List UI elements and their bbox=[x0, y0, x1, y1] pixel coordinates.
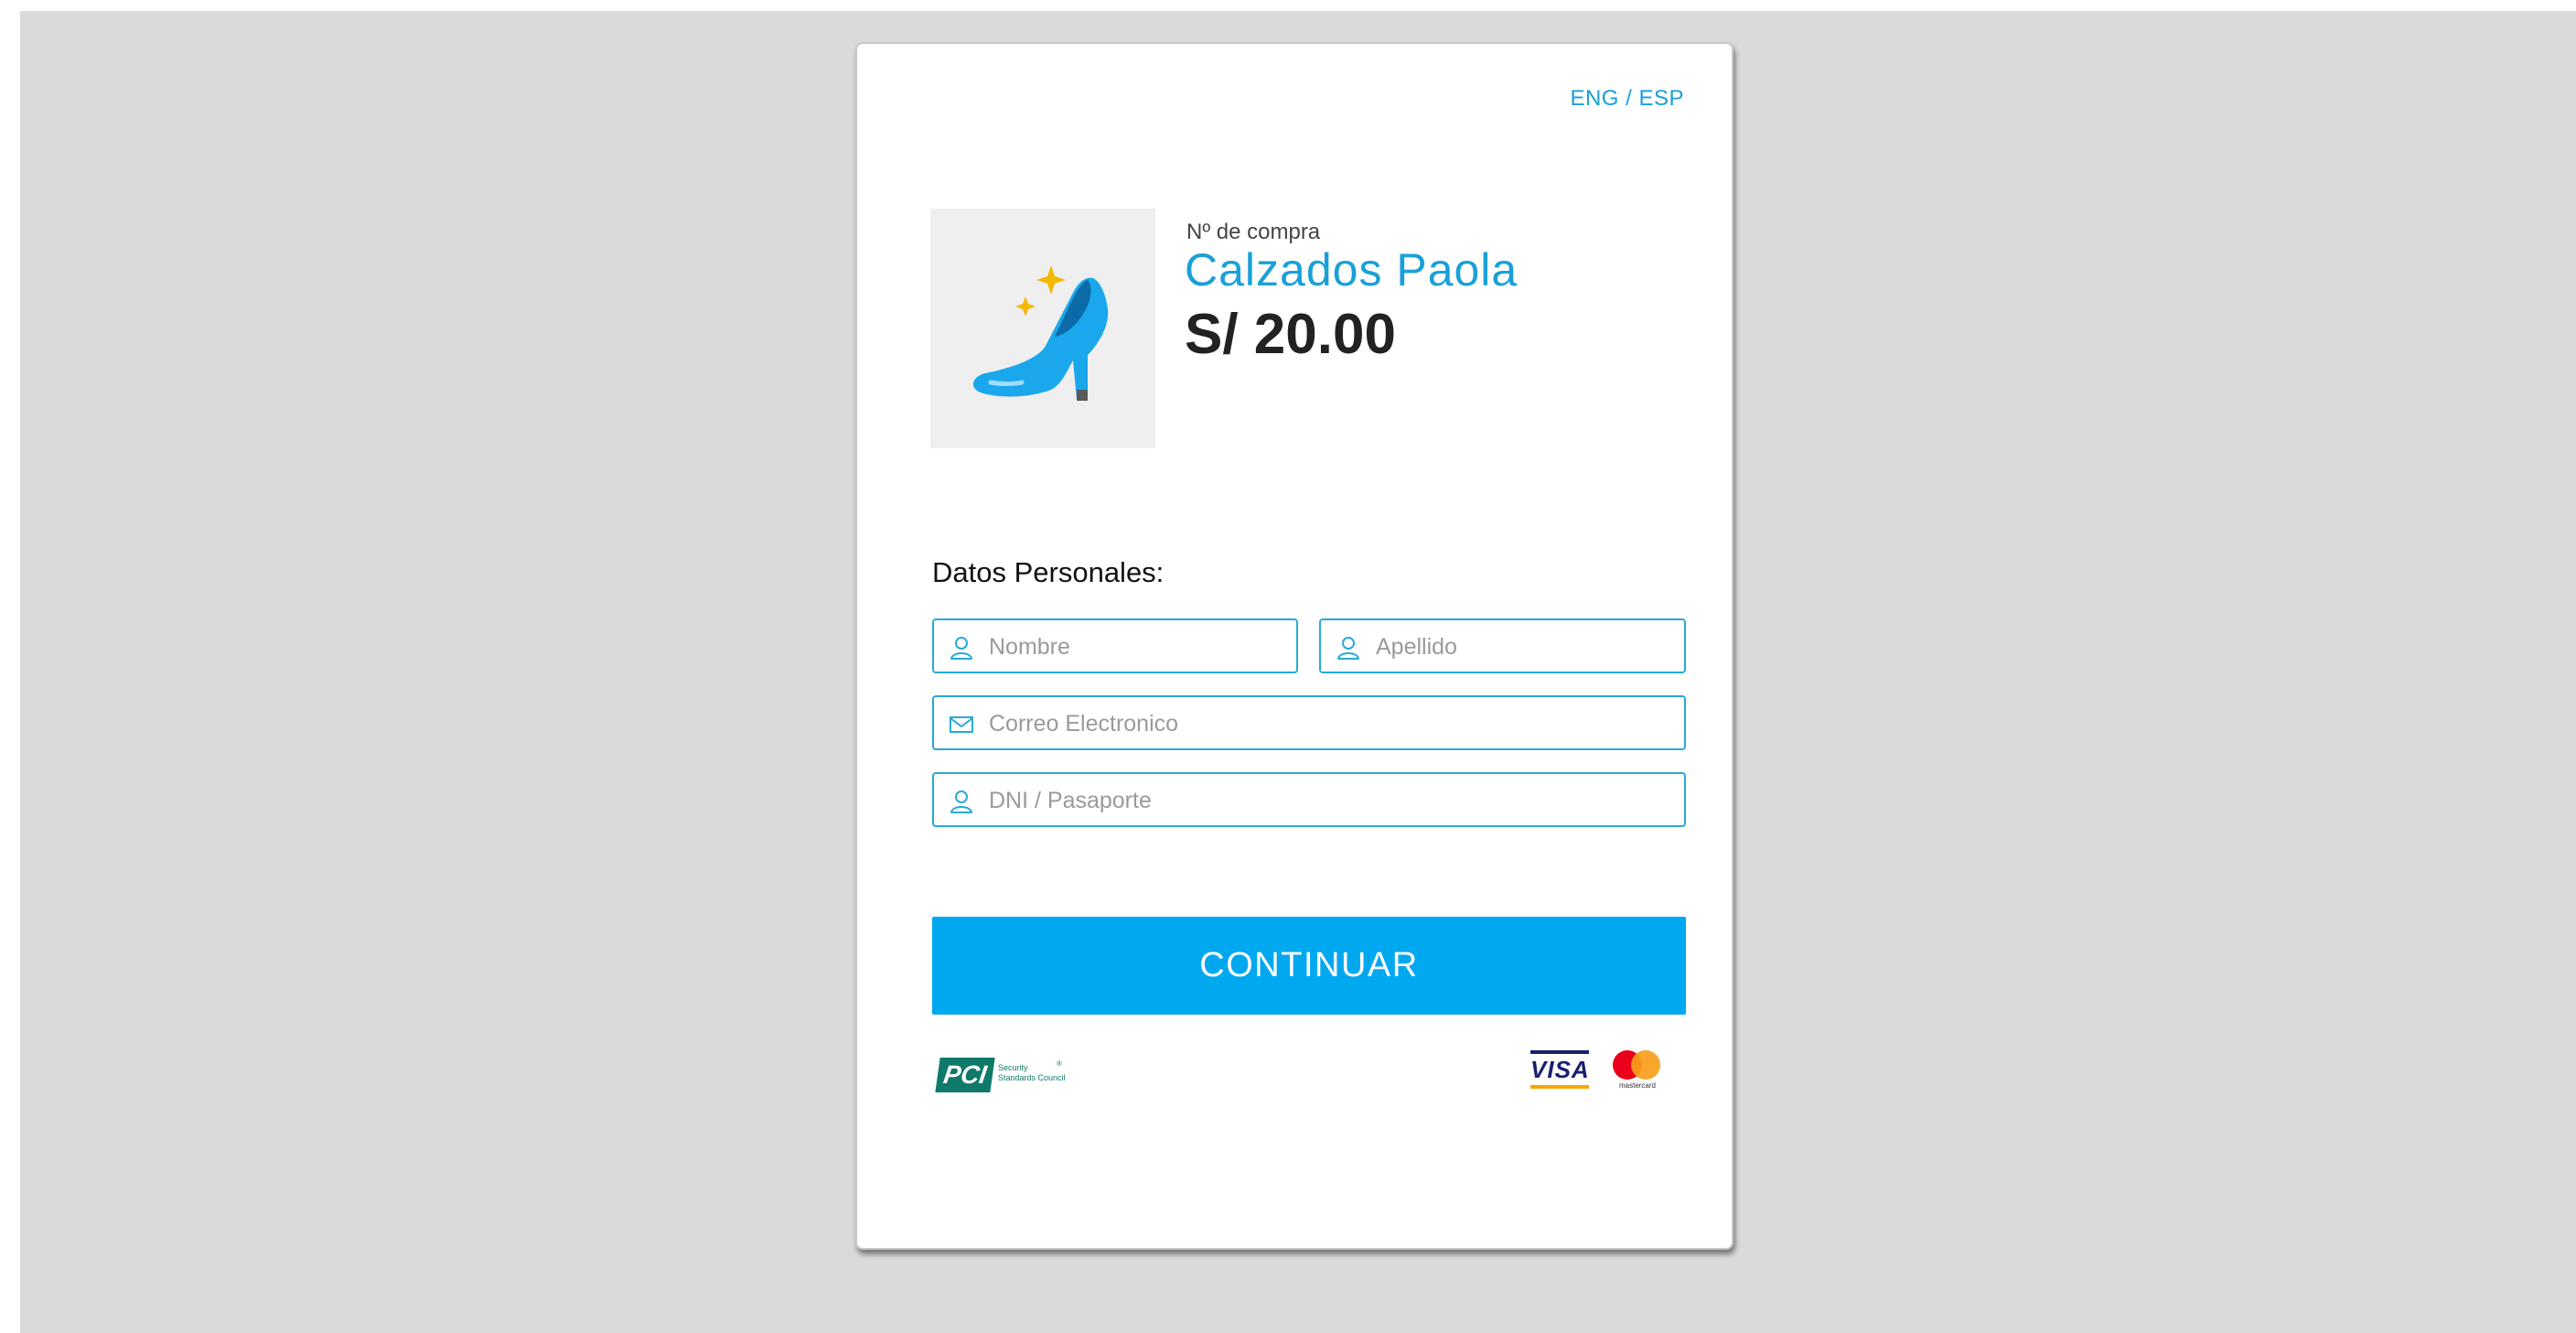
mastercard-wordmark: mastercard bbox=[1618, 1081, 1656, 1090]
user-icon bbox=[950, 790, 972, 813]
envelope-icon bbox=[950, 716, 973, 733]
email-input[interactable] bbox=[987, 704, 1677, 743]
pci-caption: Security Standards Council bbox=[998, 1063, 1066, 1082]
visa-wordmark: VISA bbox=[1530, 1056, 1590, 1083]
visa-logo: VISA bbox=[1530, 1050, 1589, 1089]
language-switch[interactable]: ENG / ESP bbox=[1570, 86, 1684, 112]
document-id-input[interactable] bbox=[987, 781, 1677, 820]
pci-logo-mark: PCI bbox=[935, 1058, 995, 1092]
last-name-input[interactable] bbox=[1374, 628, 1677, 666]
pci-logo: PCI Security Standards Council ® bbox=[935, 1054, 1075, 1100]
last-name-field[interactable] bbox=[1319, 618, 1686, 673]
order-number-label: Nº de compra bbox=[1186, 220, 1321, 244]
registered-mark: ® bbox=[1057, 1059, 1062, 1068]
first-name-input[interactable] bbox=[987, 628, 1289, 666]
mastercard-logo: mastercard bbox=[1613, 1050, 1662, 1092]
personal-data-title: Datos Personales: bbox=[932, 556, 1165, 588]
first-name-field[interactable] bbox=[932, 618, 1298, 673]
continue-button[interactable]: CONTINUAR bbox=[932, 917, 1686, 1015]
high-heel-shoe-icon bbox=[972, 265, 1109, 401]
store-name: Calzados Paola bbox=[1185, 244, 1519, 296]
email-field[interactable] bbox=[932, 695, 1686, 750]
product-image bbox=[930, 209, 1155, 448]
checkout-card: ENG / ESP Nº de compra Calzados Paola S/… bbox=[855, 42, 1733, 1250]
user-icon bbox=[950, 637, 972, 660]
payment-amount: S/ 20.00 bbox=[1185, 303, 1396, 366]
document-id-field[interactable] bbox=[932, 772, 1686, 827]
user-icon bbox=[1337, 637, 1359, 660]
